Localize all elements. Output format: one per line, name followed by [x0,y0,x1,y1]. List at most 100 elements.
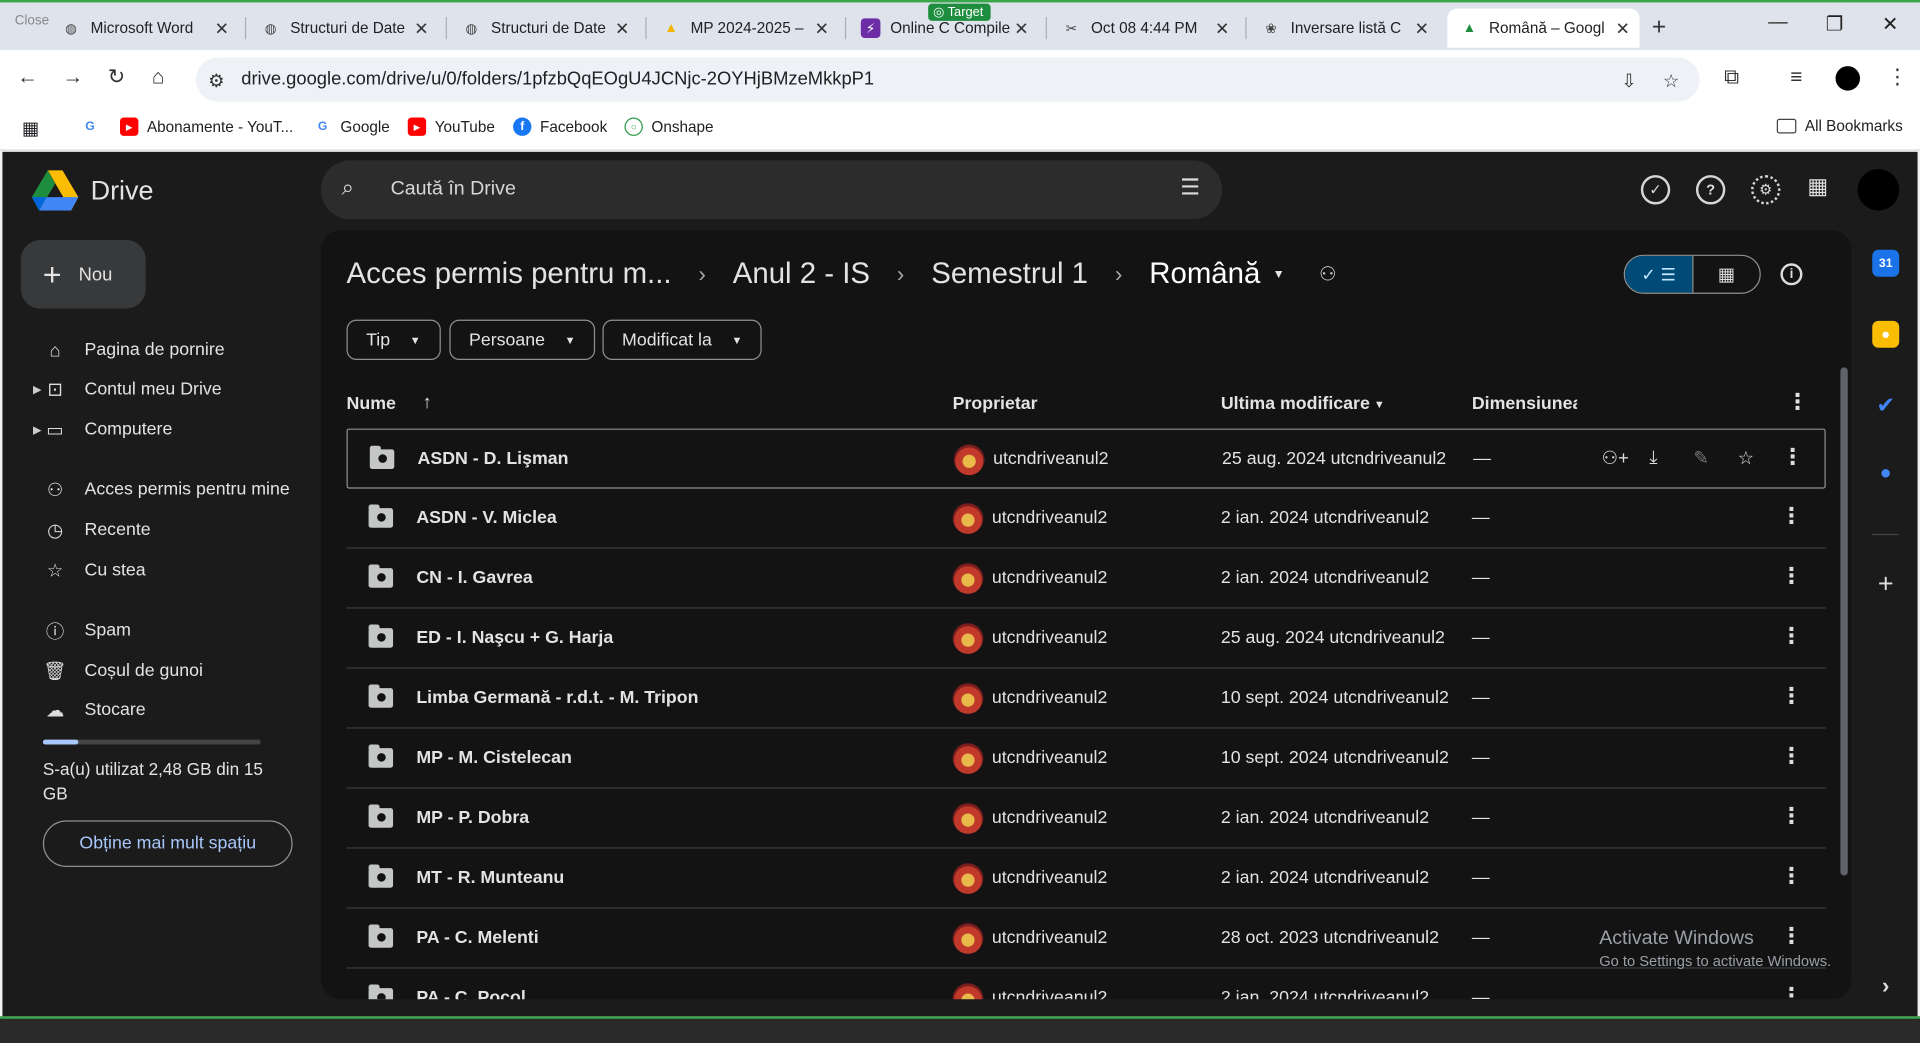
nav-spam[interactable]: ⓘ Spam [43,617,131,644]
menu-icon[interactable]: ⋮ [1887,65,1908,89]
bookmark-2[interactable]: G Google [313,118,390,136]
tab-1[interactable]: ◍ Structuri de Date ✕ [249,9,439,48]
table-row[interactable]: Limba Germană - r.d.t. - M. Tripon utcndr… [346,669,1826,729]
nav-storage[interactable]: ☁ Stocare [43,697,146,724]
all-bookmarks[interactable]: All Bookmarks [1776,118,1903,135]
tab-2[interactable]: ◍ Structuri de Date ✕ [449,9,639,48]
star-icon[interactable]: ☆ [1738,447,1754,469]
bookmark-1[interactable]: ▶ Abonamente - YouT... [120,117,293,136]
filter-type[interactable]: Tip ▼ [346,319,441,361]
nav-computers[interactable]: ▭ Computere [43,416,172,443]
apps-icon[interactable]: ▦ [22,118,39,140]
list-view-button[interactable]: ✓ ☰ [1624,255,1693,293]
nav-home[interactable]: ⌂ Pagina de pornire [43,337,225,364]
close-icon[interactable]: ✕ [815,18,829,39]
close-icon[interactable]: ✕ [215,18,229,39]
media-icon[interactable]: ≡ [1790,65,1802,89]
address-bar[interactable]: ⚙ drive.google.com/drive/u/0/folders/1pf… [195,57,1700,102]
minimize-icon[interactable]: — [1768,12,1788,34]
tab-7[interactable]: ▲ Română – Googl ✕ [1447,8,1640,48]
home-icon[interactable]: ⌂ [152,65,165,89]
more-options-icon[interactable]: ⋮ [1780,743,1802,769]
close-icon[interactable]: ✕ [615,18,629,39]
expand-side-panel-icon[interactable]: › [1872,972,1899,999]
account-avatar[interactable] [1857,168,1900,211]
expand-arrow-icon[interactable]: ▶ [33,383,41,396]
more-options-icon[interactable]: ⋮ [1780,863,1802,889]
window-close-icon[interactable]: ✕ [1882,12,1898,36]
close-icon[interactable]: ✕ [1215,18,1229,39]
expand-arrow-icon[interactable]: ▶ [33,424,41,437]
add-addon-icon[interactable]: + [1872,568,1899,599]
offline-ready-icon[interactable]: ✓ [1640,175,1671,205]
table-row[interactable]: ASDN - V. Miclea utcndriveanul2 2 ian. 202… [346,489,1826,549]
nav-starred[interactable]: ☆ Cu stea [43,557,146,584]
nav-shared-with-me[interactable]: ⚇ Acces permis pentru mine [43,476,290,503]
back-icon[interactable]: ← [17,65,38,89]
more-options-icon[interactable]: ⋮ [1780,983,1802,999]
keep-icon[interactable]: ● [1872,320,1900,348]
breadcrumb-item[interactable]: Semestrul 1 [931,257,1088,291]
search-bar[interactable]: ⌕ Caută în Drive ☰ [320,160,1223,220]
scrollbar[interactable] [1840,367,1848,876]
new-tab-button[interactable]: + [1652,13,1666,41]
table-row[interactable]: MT - R. Munteanu utcndriveanul2 2 ian. 202… [346,849,1826,909]
table-row[interactable]: PA - C. Pocol utcndriveanul2 2 ian. 2024 u… [347,969,1826,1000]
search-icon[interactable]: ⌕ [342,175,354,201]
close-icon[interactable]: ✕ [1415,18,1429,39]
more-options-icon[interactable]: ⋮ [1780,503,1802,529]
bookmark-0[interactable]: G [81,118,108,136]
tab-5[interactable]: ✂ Oct 08 4:44 PM ✕ [1049,9,1239,48]
tab-4[interactable]: ⚡ Online C Compile ✕ [849,9,1039,48]
table-row[interactable]: MP - P. Dobra utcndriveanul2 2 ian. 2024 u… [346,789,1826,849]
restore-icon[interactable]: ❐ [1826,12,1844,36]
more-options-icon[interactable]: ⋮ [1780,683,1802,709]
column-name[interactable]: Nume [347,394,396,414]
more-options-icon[interactable]: ⋮ [1780,563,1802,589]
calendar-icon[interactable]: 31 [1872,249,1900,277]
reload-icon[interactable]: ↻ [108,65,125,89]
more-options-icon[interactable]: ⋮ [1780,803,1802,829]
more-options-icon[interactable]: ⋮ [1782,444,1804,470]
table-row[interactable]: MP - M. Cistelecan utcndriveanul2 10 sept.… [346,729,1826,789]
dropdown-arrow-icon[interactable]: ▼ [1273,268,1285,281]
tab-6[interactable]: ❀ Inversare listă C ✕ [1249,9,1439,48]
settings-icon[interactable]: ⚙ [1751,175,1781,205]
help-icon[interactable]: ? [1695,175,1726,205]
extensions-icon[interactable]: ⧉ [1724,65,1739,89]
contacts-icon[interactable]: ● [1872,460,1899,487]
new-button[interactable]: + Nou [20,240,146,309]
nav-trash[interactable]: 🗑 Coșul de gunoi [43,658,203,685]
bookmark-5[interactable]: ○ Onshape [624,117,714,136]
site-info-icon[interactable]: ⚙ [208,70,224,92]
bookmark-3[interactable]: ▶ YouTube [407,117,495,136]
info-icon[interactable]: i [1780,263,1803,286]
grid-view-button[interactable]: ▦ [1692,255,1759,293]
table-row[interactable]: CN - I. Gavrea utcndriveanul2 2 ian. 2024 … [346,549,1826,609]
search-options-icon[interactable]: ☰ [1180,175,1200,201]
table-row[interactable]: ED - I. Naşcu + G. Harja utcndriveanul2 25… [346,609,1826,669]
filter-people[interactable]: Persoane ▼ [449,319,596,361]
drive-logo[interactable]: Drive [31,170,153,211]
column-modified[interactable]: Ultima modificare [1221,394,1370,414]
filter-modified[interactable]: Modificat la ▼ [602,319,762,361]
profile-avatar[interactable] [1835,66,1861,91]
more-options-icon[interactable]: ⋮ [1787,389,1809,415]
install-app-icon[interactable]: ⇩ [1621,70,1636,92]
more-options-icon[interactable]: ⋮ [1780,623,1802,649]
tab-0[interactable]: ◍ Microsoft Word ✕ [49,9,239,48]
close-icon[interactable]: ✕ [414,18,428,39]
download-icon[interactable]: ⤓ [1649,447,1657,468]
bookmark-4[interactable]: f Facebook [513,117,607,136]
close-icon[interactable]: ✕ [1615,18,1629,39]
sort-dropdown-icon[interactable]: ▼ [1374,398,1385,410]
tasks-icon[interactable]: ✔ [1872,392,1899,419]
forward-icon[interactable]: → [62,65,83,89]
rename-icon[interactable]: ✎ [1693,447,1708,469]
tab-3[interactable]: ▲ MP 2024-2025 – ✕ [649,9,839,48]
google-apps-icon[interactable]: ▦ [1807,174,1828,200]
breadcrumb-item[interactable]: Anul 2 - IS [733,257,870,291]
bookmark-star-icon[interactable]: ☆ [1663,70,1679,92]
close-icon[interactable]: ✕ [1014,18,1028,39]
column-size[interactable]: Dimensiunea [1472,394,1577,414]
